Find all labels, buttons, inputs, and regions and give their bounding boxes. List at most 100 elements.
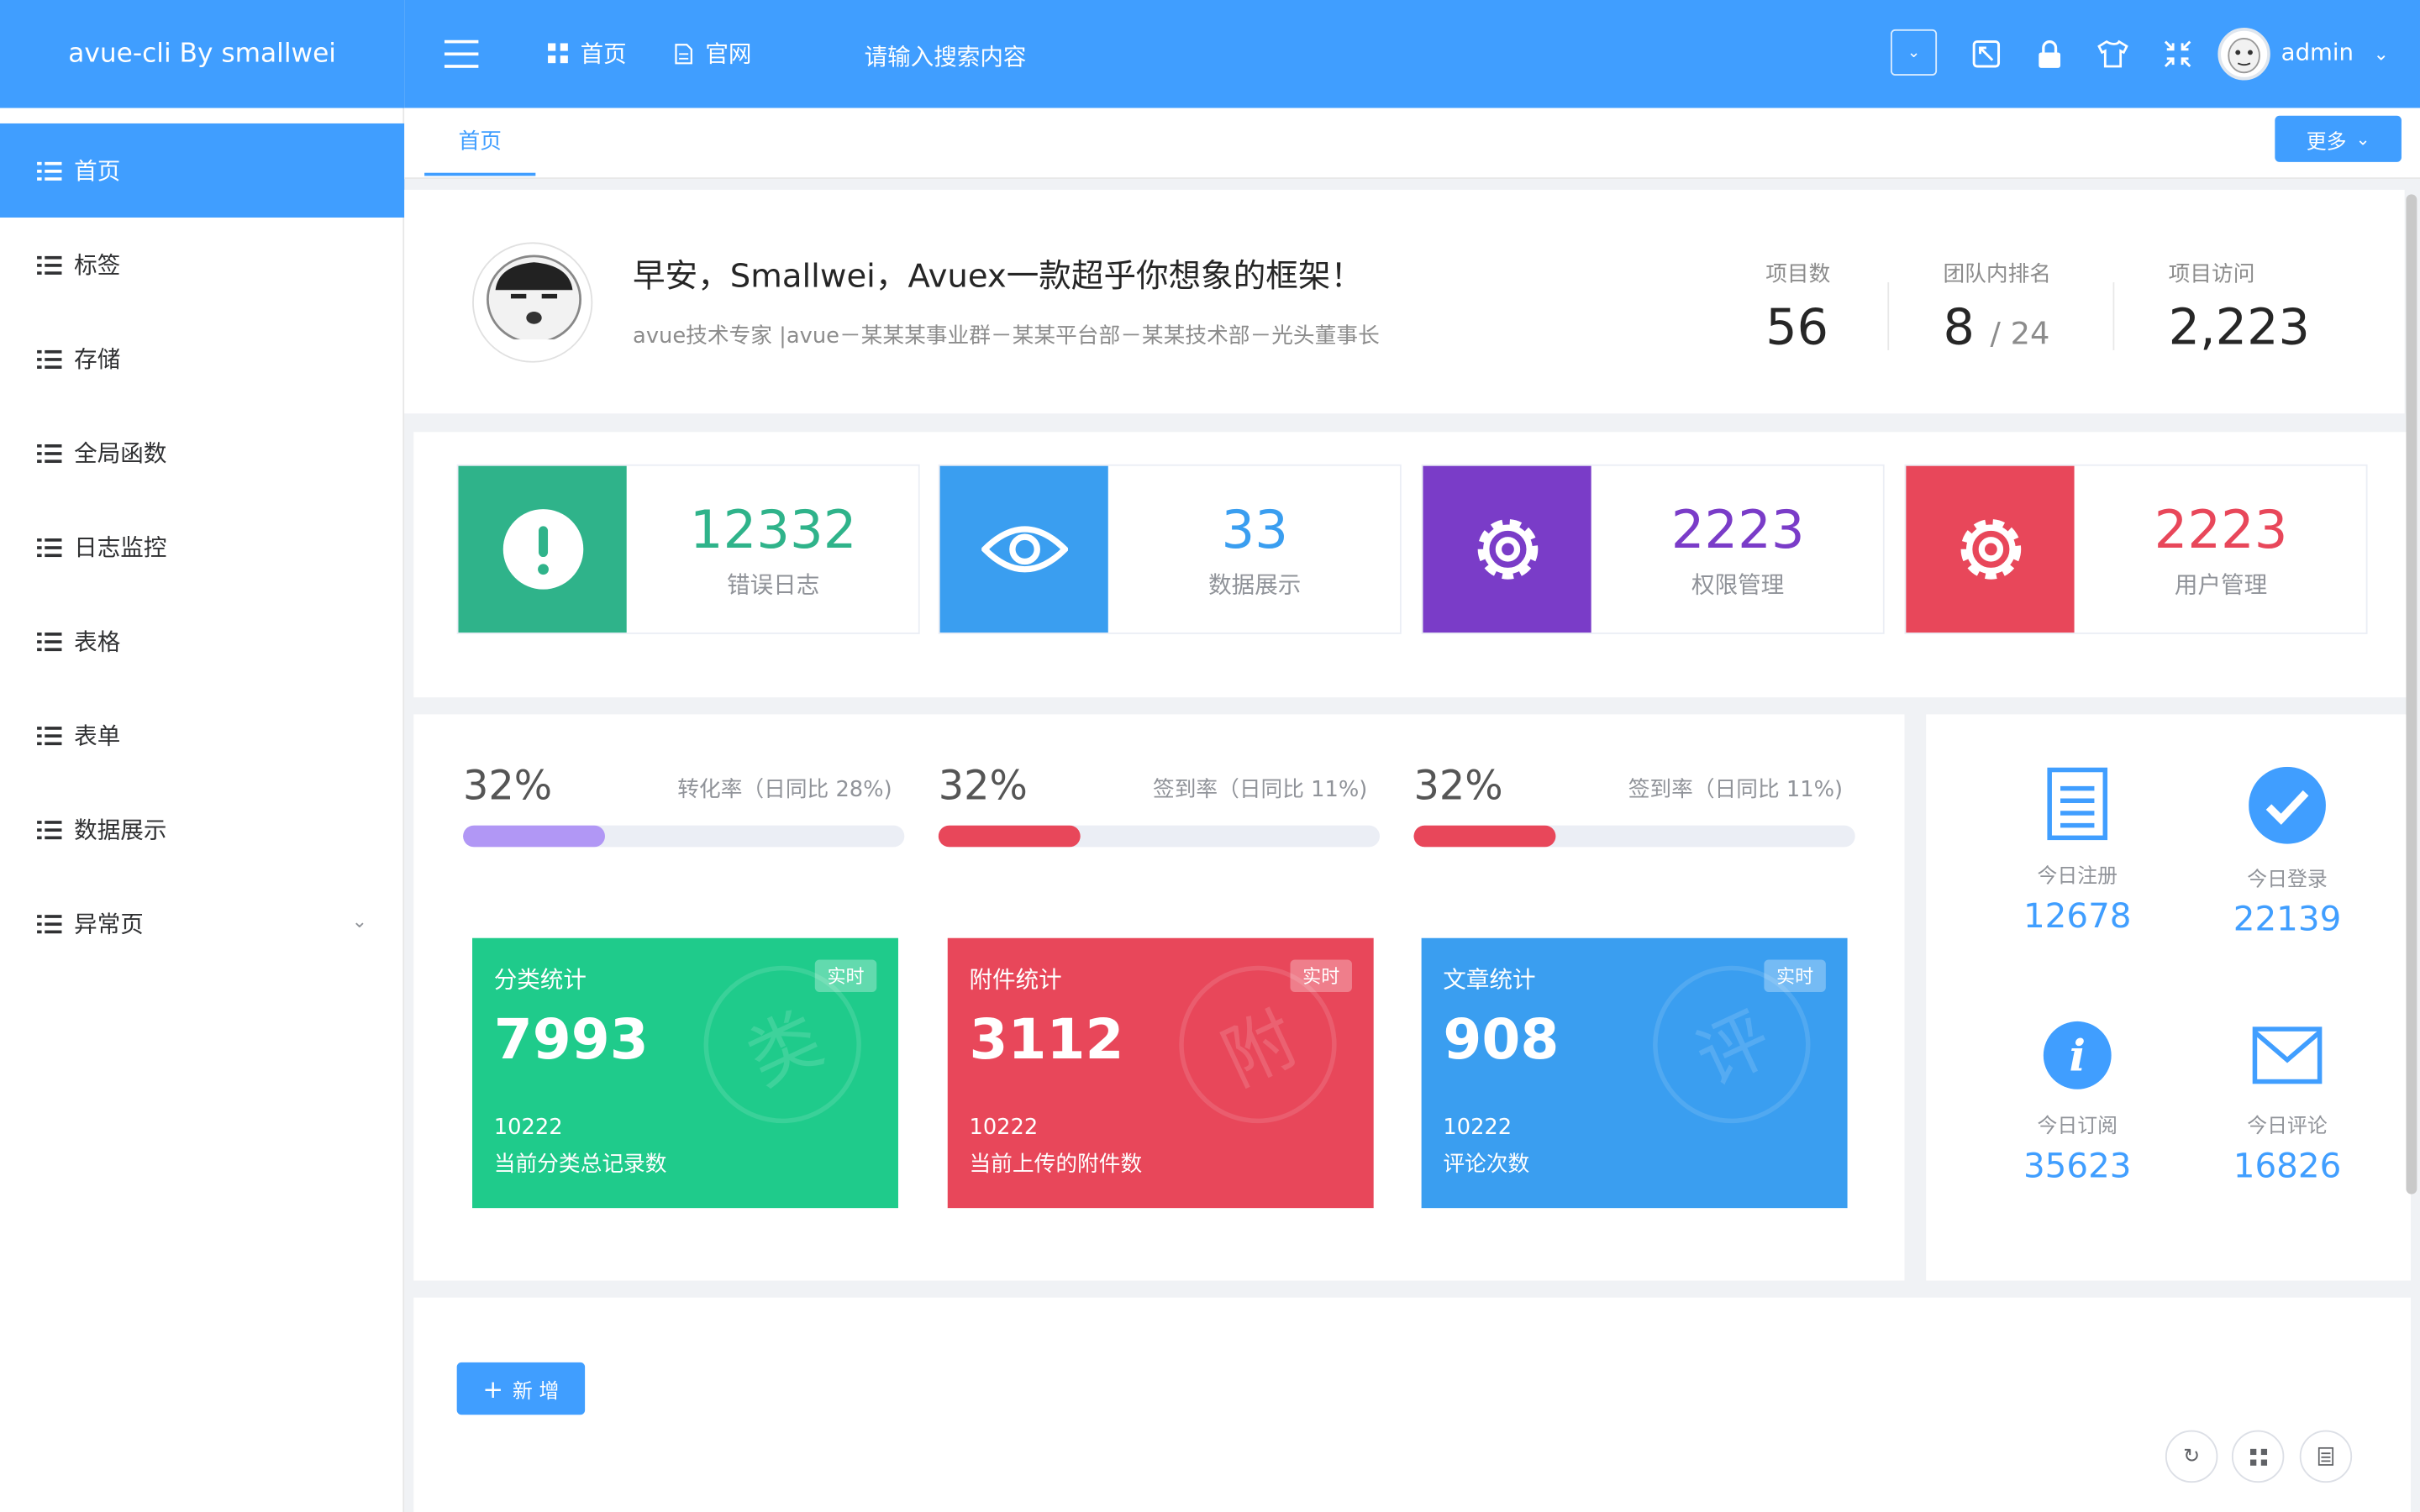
gear-icon bbox=[1423, 465, 1591, 633]
mail-icon bbox=[2252, 1026, 2323, 1084]
sidebar-item-error-pages[interactable]: 异常页 ⌄ bbox=[0, 876, 404, 970]
sidebar-item-label: 日志监控 bbox=[74, 533, 167, 562]
plus-icon: + bbox=[482, 1373, 504, 1404]
tab-home[interactable]: 首页 bbox=[424, 108, 536, 176]
box-error-log[interactable]: 12332 错误日志 bbox=[456, 464, 920, 634]
box-permission[interactable]: 2223 权限管理 bbox=[1421, 464, 1885, 634]
username: admin bbox=[2281, 38, 2354, 66]
fullscreen-exit-icon[interactable] bbox=[1966, 34, 2007, 74]
stat-card-category[interactable]: 类 分类统计 实时 7993 10222 当前分类总记录数 bbox=[472, 937, 898, 1209]
list-icon bbox=[37, 632, 62, 651]
nav-home[interactable]: 首页 bbox=[548, 37, 627, 70]
progress-fill bbox=[463, 825, 605, 848]
nav-official-site[interactable]: 官网 bbox=[675, 37, 752, 70]
document-icon[interactable] bbox=[2299, 1430, 2353, 1483]
box-user-management[interactable]: 2223 用户管理 bbox=[1904, 464, 2368, 634]
sidebar-item-table[interactable]: 表格 bbox=[0, 594, 404, 688]
stat-value: 8 bbox=[1943, 297, 1975, 357]
stat-label: 项目访问 bbox=[2168, 262, 2255, 287]
menu-toggle-icon[interactable] bbox=[444, 39, 479, 68]
exclamation-icon bbox=[458, 465, 627, 633]
select-dropdown-icon[interactable]: ⌄ bbox=[1890, 29, 1938, 76]
today-value: 22139 bbox=[2233, 900, 2342, 940]
add-button[interactable]: + 新 增 bbox=[456, 1362, 586, 1415]
sidebar-item-tags[interactable]: 标签 bbox=[0, 218, 404, 312]
svg-text:i: i bbox=[2069, 1032, 2086, 1082]
sidebar-item-label: 首页 bbox=[74, 157, 121, 186]
chevron-down-icon: ⌄ bbox=[2373, 43, 2389, 66]
sidebar-item-label: 表单 bbox=[74, 722, 121, 750]
compress-icon[interactable] bbox=[2158, 34, 2198, 74]
refresh-icon[interactable]: ↻ bbox=[2165, 1430, 2218, 1483]
progress-track bbox=[1413, 825, 1855, 848]
list-icon bbox=[37, 726, 62, 745]
stat-suffix: / 24 bbox=[1990, 314, 2050, 352]
box-data-display[interactable]: 33 数据展示 bbox=[938, 464, 1402, 634]
stat-card-value: 7993 bbox=[493, 1009, 649, 1073]
nav-official-label: 官网 bbox=[705, 39, 752, 68]
columns-grid-icon[interactable] bbox=[2231, 1430, 2285, 1483]
today-stats: 今日注册 12678 今日登录 22139 i 今日订阅 35623 今日评论 … bbox=[1926, 714, 2411, 1281]
today-subscribe: i 今日订阅 35623 bbox=[1970, 1020, 2186, 1186]
sidebar-item-label: 存储 bbox=[74, 345, 121, 374]
nav-home-label: 首页 bbox=[580, 39, 627, 68]
today-value: 12678 bbox=[2023, 897, 2132, 937]
profile-avatar bbox=[472, 242, 593, 363]
shirt-theme-icon[interactable] bbox=[2093, 34, 2133, 74]
sidebar: avue-cli By smallwei 首页 标签 存储 全局函数 日志监控 … bbox=[0, 0, 405, 1512]
sidebar-item-log-monitor[interactable]: 日志监控 bbox=[0, 500, 404, 594]
document-icon bbox=[675, 43, 692, 64]
more-label: 更多 bbox=[2306, 130, 2347, 154]
divider bbox=[2112, 282, 2115, 350]
divider bbox=[1887, 282, 1890, 350]
stat-card-article[interactable]: 评 文章统计 实时 908 10222 评论次数 bbox=[1421, 937, 1848, 1209]
lock-icon[interactable] bbox=[2029, 34, 2070, 74]
list-icon bbox=[37, 255, 62, 275]
user-dropdown[interactable]: admin ⌄ bbox=[2281, 39, 2389, 66]
stat-value: 56 bbox=[1765, 297, 1829, 357]
user-avatar[interactable] bbox=[2217, 28, 2270, 81]
stat-card-attachment[interactable]: 附 附件统计 实时 3112 10222 当前上传的附件数 bbox=[947, 937, 1374, 1209]
stat-card-value: 3112 bbox=[969, 1009, 1124, 1073]
welcome-subtitle: avue技术专家 |avue－某某某事业群－某某平台部－某某技术部－光头董事长 bbox=[633, 323, 1380, 349]
gear-icon bbox=[1906, 465, 2075, 633]
sidebar-item-storage[interactable]: 存储 bbox=[0, 312, 404, 406]
today-comment: 今日评论 16826 bbox=[2179, 1020, 2395, 1186]
app-logo-title[interactable]: avue-cli By smallwei bbox=[0, 0, 405, 108]
stat-card-title: 附件统计 bbox=[969, 965, 1062, 994]
progress-track bbox=[938, 825, 1381, 848]
eye-icon bbox=[939, 465, 1108, 633]
sidebar-item-label: 数据展示 bbox=[74, 816, 167, 844]
chevron-down-icon: ⌄ bbox=[351, 910, 368, 932]
sidebar-item-data-display[interactable]: 数据展示 bbox=[0, 782, 404, 876]
today-value: 16826 bbox=[2233, 1147, 2342, 1187]
today-login: 今日登录 22139 bbox=[2179, 766, 2395, 940]
document-icon bbox=[2047, 767, 2108, 841]
sidebar-item-form[interactable]: 表单 bbox=[0, 688, 404, 782]
realtime-badge: 实时 bbox=[1764, 959, 1826, 993]
progress-fill bbox=[1413, 825, 1555, 848]
stat-card-subvalue: 10222 bbox=[1443, 1115, 1512, 1141]
sidebar-item-label: 全局函数 bbox=[74, 439, 167, 468]
add-button-label: 新 增 bbox=[513, 1379, 560, 1404]
stat-label: 团队内排名 bbox=[1943, 262, 2052, 287]
stat-card-value: 908 bbox=[1443, 1009, 1560, 1073]
info-icon: i bbox=[2043, 1021, 2112, 1089]
sidebar-item-home[interactable]: 首页 bbox=[0, 123, 405, 218]
sidebar-item-global-functions[interactable]: 全局函数 bbox=[0, 406, 404, 500]
welcome-card: 早安，Smallwei，Avuex一款超乎你想象的框架！ avue技术专家 |a… bbox=[404, 189, 2405, 414]
progress-track bbox=[463, 825, 905, 848]
check-circle-icon bbox=[2249, 766, 2326, 844]
today-label: 今日订阅 bbox=[2037, 1115, 2118, 1139]
more-button[interactable]: 更多 ⌄ bbox=[2275, 115, 2402, 162]
top-header: 首页 官网 请输入搜索内容 ⌄ admin ⌄ bbox=[404, 0, 2420, 108]
progress-signin-2: 32% 签到率（日同比 11%) bbox=[1413, 764, 1855, 848]
list-icon bbox=[37, 820, 62, 839]
crud-panel: + 新 增 ↻ bbox=[413, 1297, 2411, 1512]
stat-card-subvalue: 10222 bbox=[969, 1115, 1039, 1141]
vertical-scrollbar[interactable] bbox=[2406, 194, 2417, 1194]
box-label: 错误日志 bbox=[727, 570, 820, 599]
box-value: 33 bbox=[1221, 500, 1288, 562]
list-icon bbox=[37, 160, 62, 180]
search-input[interactable]: 请输入搜索内容 bbox=[865, 40, 1027, 73]
